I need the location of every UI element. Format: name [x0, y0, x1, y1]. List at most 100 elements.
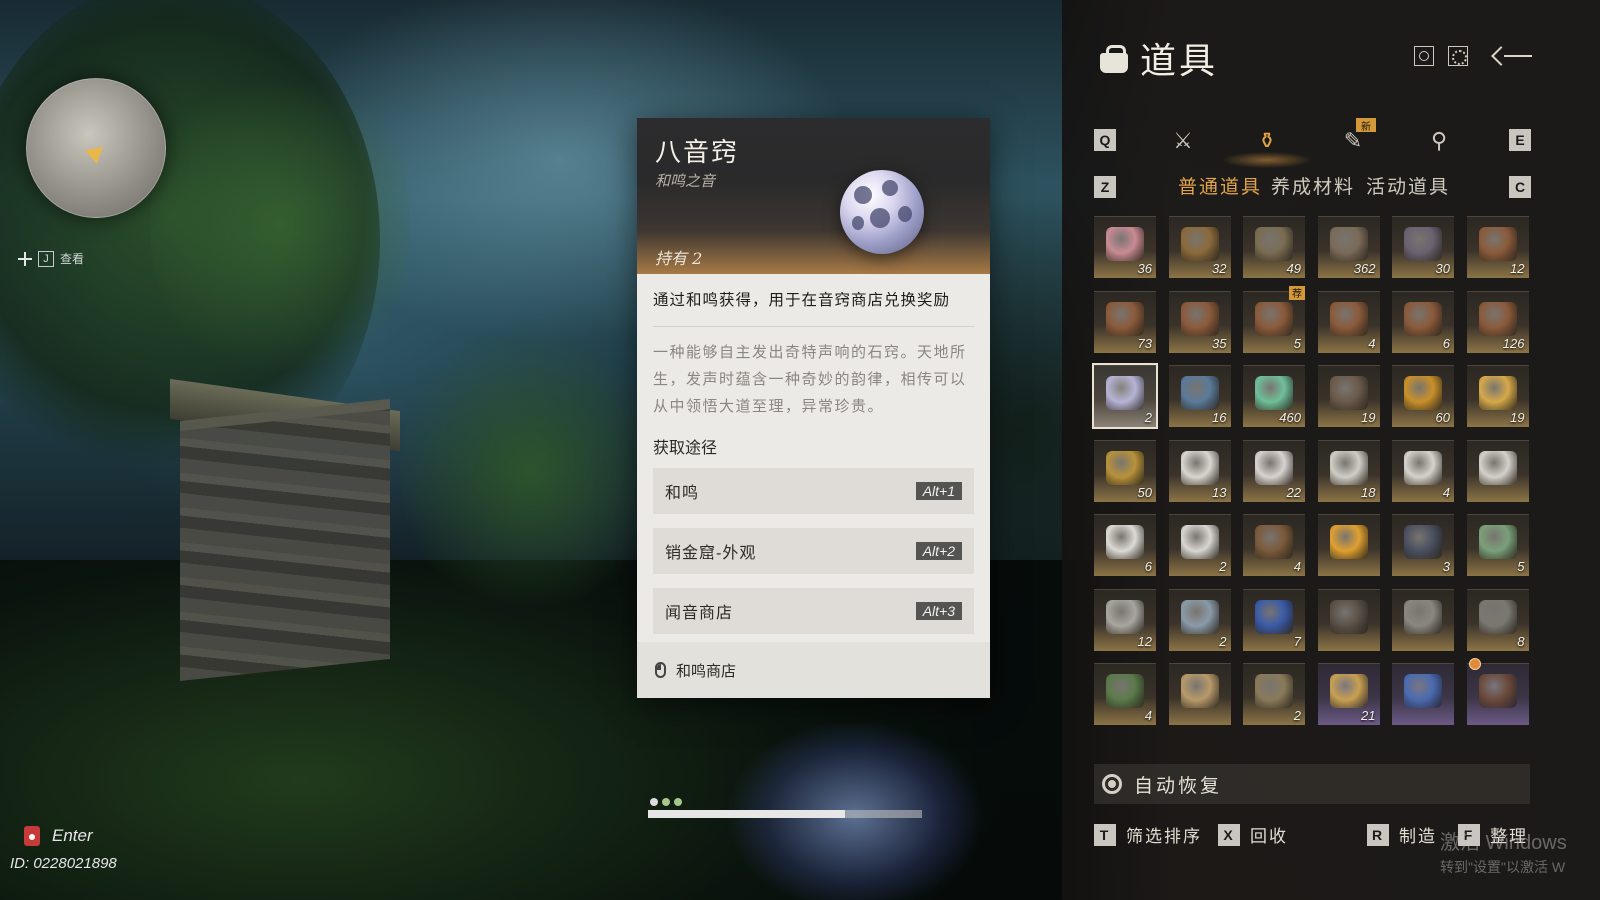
key-q[interactable]: Q	[1094, 129, 1116, 151]
key-c[interactable]: C	[1509, 176, 1531, 198]
watermark-line2: 转到"设置"以激活 W	[1440, 859, 1566, 875]
subtab-materials[interactable]: 养成材料	[1271, 172, 1355, 199]
item-quantity: 5	[1293, 335, 1301, 351]
inventory-slot[interactable]: 3	[1392, 514, 1454, 576]
sort-filter-button[interactable]: T 筛选排序	[1094, 822, 1202, 847]
inventory-slot[interactable]: 35	[1168, 290, 1231, 353]
inventory-slot[interactable]: 6	[1094, 514, 1156, 576]
weapon-icon[interactable]: ⚔	[1168, 126, 1198, 156]
inventory-slot[interactable]: 2	[1092, 363, 1158, 429]
inventory-slot[interactable]: 126	[1466, 290, 1529, 353]
source-label: 闻音商店	[665, 603, 734, 622]
inventory-slot[interactable]: 21	[1317, 663, 1380, 725]
subtab-normal-items[interactable]: 普通道具	[1178, 172, 1262, 199]
inventory-slot[interactable]: 36	[1094, 216, 1156, 278]
inventory-slot[interactable]	[1392, 663, 1454, 725]
craft-button[interactable]: R 制造	[1367, 822, 1437, 847]
inventory-slot[interactable]	[1392, 588, 1454, 651]
page-progress-fill	[648, 810, 846, 818]
chat-icon	[24, 826, 40, 846]
inventory-slot[interactable]: 32	[1168, 216, 1231, 278]
item-thumbnail	[1106, 525, 1144, 559]
item-thumbnail	[1404, 227, 1442, 261]
item-thumbnail	[1106, 674, 1144, 708]
location-icon[interactable]: ⚲	[1424, 126, 1454, 156]
recycle-button[interactable]: X 回收	[1218, 822, 1288, 847]
item-quantity: 35	[1212, 335, 1227, 351]
key-e[interactable]: E	[1509, 129, 1531, 151]
inventory-slot[interactable]: 18	[1317, 439, 1380, 502]
recommend-badge: 荐	[1289, 285, 1305, 300]
inventory-slot[interactable]: 12	[1466, 216, 1529, 278]
inventory-slot[interactable]: 12	[1094, 588, 1156, 651]
active-tab-glow	[1222, 150, 1312, 170]
inventory-slot[interactable]: 4	[1094, 663, 1156, 725]
item-quantity: 16	[1212, 410, 1227, 425]
item-thumbnail	[1255, 525, 1293, 559]
item-thumbnail	[1180, 227, 1219, 261]
chat-enter-hint[interactable]: Enter	[24, 826, 93, 846]
inventory-slot[interactable]	[1317, 588, 1380, 651]
item-quantity: 36	[1137, 261, 1152, 276]
back-arrow-icon[interactable]	[1490, 44, 1534, 68]
item-quantity: 2	[1144, 410, 1152, 425]
item-quantity: 4	[1368, 335, 1376, 351]
source-label: 销金窟-外观	[665, 543, 757, 562]
map-key: J	[38, 250, 54, 267]
inventory-slot[interactable]	[1466, 439, 1529, 502]
inventory-slot[interactable]: 460	[1243, 365, 1305, 427]
inventory-slot[interactable]	[1317, 514, 1380, 576]
inventory-slot[interactable]: 2	[1168, 588, 1231, 651]
tooltip-footer-link[interactable]: 和鸣商店	[637, 642, 990, 698]
inventory-slot[interactable]: 5荐	[1243, 285, 1305, 353]
item-thumbnail	[1478, 674, 1517, 708]
item-quantity: 6	[1144, 559, 1152, 574]
inventory-slot[interactable]: 362	[1317, 216, 1380, 278]
item-quantity: 19	[1510, 410, 1525, 425]
inventory-slot[interactable]: 2	[1243, 663, 1305, 725]
settings-icon[interactable]	[1448, 46, 1468, 66]
item-tooltip: 八音窍 和鸣之音 持有 2 通过和鸣获得，用于在音窍商店兑换奖励 一种能够自主发…	[637, 118, 990, 698]
inventory-slot[interactable]: 30	[1392, 216, 1454, 278]
enter-label: Enter	[52, 826, 93, 845]
orb-icon	[840, 170, 924, 254]
inventory-slot[interactable]: 22	[1243, 439, 1305, 502]
inventory-slot[interactable]: 19	[1466, 365, 1529, 427]
inventory-slot[interactable]: 4	[1392, 439, 1454, 502]
item-description: 一种能够自主发出奇特声响的石窍。天地所生，发声时蕴含一种奇妙的韵律，相传可以从中…	[653, 343, 967, 415]
inventory-slot[interactable]: 8	[1466, 588, 1529, 651]
inventory-slot[interactable]	[1168, 663, 1231, 725]
source-row-heming[interactable]: 和鸣 Alt+1	[653, 468, 974, 514]
auto-restore-button[interactable]: 自动恢复	[1094, 764, 1530, 804]
subtab-event-items[interactable]: 活动道具	[1366, 172, 1450, 199]
inventory-slot[interactable]: 16	[1168, 365, 1231, 427]
tooltip-header: 八音窍 和鸣之音 持有 2	[637, 118, 990, 274]
inventory-slot[interactable]: 60	[1392, 365, 1454, 427]
inventory-slot[interactable]: 19	[1317, 365, 1380, 427]
item-thumbnail	[1404, 301, 1442, 336]
inventory-slot[interactable]	[1466, 658, 1529, 725]
inventory-slot[interactable]: 4	[1317, 290, 1380, 353]
key-z[interactable]: Z	[1094, 176, 1116, 198]
source-row-xiaojinku[interactable]: 销金窟-外观 Alt+2	[653, 528, 974, 574]
source-row-shop[interactable]: 闻音商店 Alt+3	[653, 588, 974, 634]
item-thumbnail	[1404, 450, 1442, 485]
item-quantity: 5	[1517, 559, 1525, 574]
item-thumbnail	[1180, 525, 1219, 559]
item-quantity: 12	[1510, 261, 1525, 276]
map-hint-label: 查看	[60, 252, 85, 266]
inventory-slot[interactable]: 5	[1466, 514, 1529, 576]
item-thumbnail	[1106, 599, 1144, 634]
inventory-slot[interactable]: 49	[1243, 216, 1305, 278]
inventory-slot[interactable]: 7	[1243, 588, 1305, 651]
inventory-slot[interactable]: 50	[1094, 439, 1156, 502]
item-quantity: 73	[1137, 335, 1152, 351]
inventory-slot[interactable]: 13	[1168, 439, 1231, 502]
inventory-slot[interactable]: 6	[1392, 290, 1454, 353]
inventory-slot[interactable]: 2	[1168, 514, 1231, 576]
search-icon[interactable]	[1414, 46, 1434, 66]
item-quantity: 49	[1286, 261, 1301, 276]
inventory-slot[interactable]: 73	[1094, 290, 1156, 353]
item-quantity: 2	[1219, 633, 1227, 649]
inventory-slot[interactable]: 4	[1243, 514, 1305, 576]
